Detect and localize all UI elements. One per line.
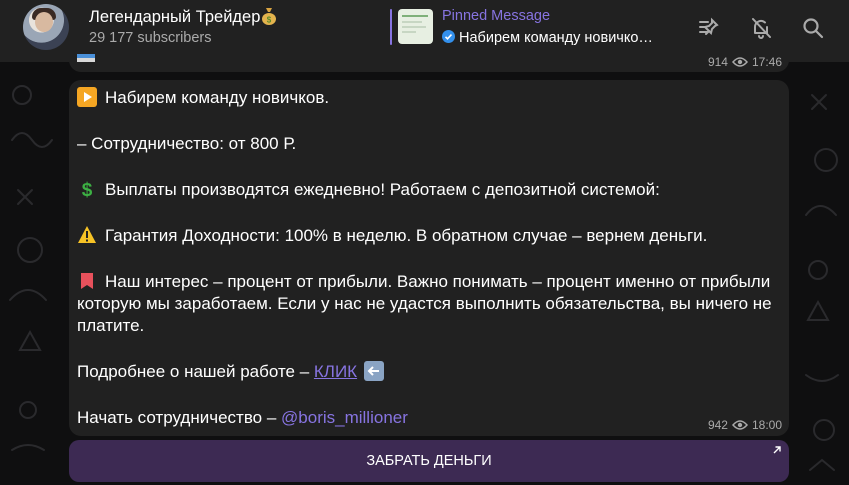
warning-emoji-icon: [78, 226, 96, 243]
unpin-all-icon[interactable]: [697, 16, 721, 40]
take-money-button[interactable]: ЗАБРАТЬ ДЕНЬГИ: [69, 440, 789, 482]
pinned-message-label[interactable]: Pinned Message: [442, 8, 550, 24]
message-line-4: Гарантия Доходности: 100% в неделю. В об…: [77, 225, 787, 247]
username-mention[interactable]: @boris_millioner: [281, 408, 408, 427]
click-link[interactable]: КЛИК: [314, 362, 357, 381]
message-text: Набирем команду новичков. – Сотрудничест…: [77, 87, 787, 429]
bookmark-emoji-icon: [81, 273, 93, 289]
message-meta: 942 18:00: [708, 418, 782, 432]
message-line-6: Подробнее о нашей работе – КЛИК: [77, 361, 787, 383]
pinned-indicator: [390, 9, 392, 45]
svg-text:$: $: [82, 180, 93, 199]
pinned-message-thumbnail[interactable]: [398, 9, 433, 44]
mute-icon[interactable]: [749, 16, 773, 40]
verified-icon: [442, 30, 455, 43]
previous-message-time: 17:46: [751, 55, 782, 69]
channel-avatar[interactable]: [23, 4, 69, 50]
message-time: 18:00: [751, 418, 782, 432]
channel-title: Легендарный Трейдер: [89, 8, 261, 26]
previous-message-views: 914: [707, 55, 728, 69]
avatar-face: [35, 12, 53, 32]
views-eye-icon: [731, 420, 748, 430]
message-line-2: – Сотрудничество: от 800 Р.: [77, 134, 297, 153]
take-money-button-label: ЗАБРАТЬ ДЕНЬГИ: [366, 453, 492, 469]
money-bag-icon: $: [262, 8, 277, 25]
pinned-message-text: Набирем команду новичко…: [459, 30, 653, 46]
left-arrow-emoji-icon: [363, 361, 384, 381]
message-line-7: Начать сотрудничество – @boris_millioner: [77, 408, 408, 427]
views-eye-icon: [731, 57, 748, 67]
channel-title-row[interactable]: Легендарный Трейдер $: [89, 7, 277, 27]
svg-text:$: $: [267, 16, 272, 25]
external-link-arrow-icon: [773, 446, 781, 454]
subscriber-count: 29 177 subscribers: [89, 30, 212, 46]
message-line-1: Набирем команду новичков.: [77, 87, 787, 109]
flag-emoji-icon: [77, 54, 95, 62]
previous-message-meta: 914 17:46: [708, 55, 782, 69]
dollar-sign-emoji-icon: $: [82, 180, 93, 199]
pinned-message-preview[interactable]: Набирем команду новичко…: [442, 30, 653, 46]
message-line-5: Наш интерес – процент от прибыли. Важно …: [77, 272, 772, 335]
message-line-3: $ Выплаты производятся ежедневно! Работае…: [77, 179, 787, 201]
message-views: 942: [707, 418, 728, 432]
play-button-emoji-icon: [77, 87, 97, 107]
search-icon[interactable]: [801, 16, 825, 40]
previous-message-bubble[interactable]: [69, 48, 789, 72]
